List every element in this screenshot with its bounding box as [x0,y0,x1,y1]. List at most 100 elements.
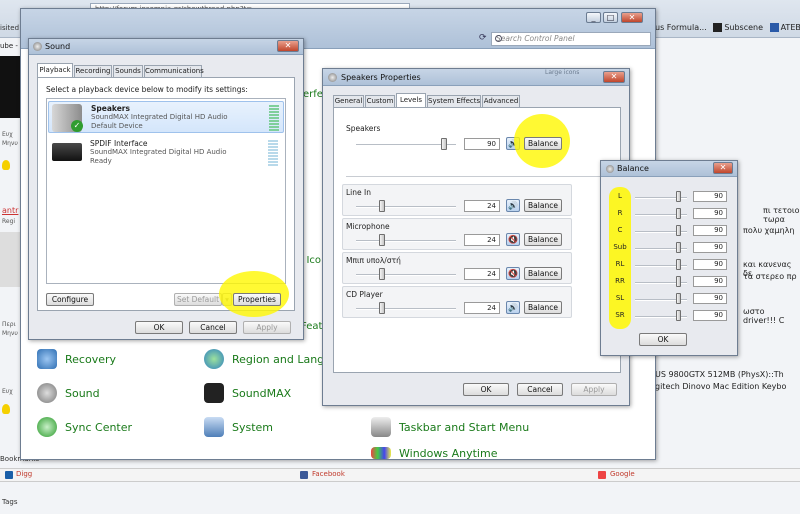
channel-level-value[interactable]: 90 [693,276,727,287]
microphone-mute-button[interactable]: 🔇 [506,233,520,246]
pc-beep-level-value[interactable]: 24 [464,268,500,280]
line-in-slider-thumb[interactable] [379,200,385,212]
channel-label: RR [615,277,625,285]
cd-player-mute-button[interactable]: 🔊 [506,301,520,314]
pc-beep-balance-button[interactable]: Balance [524,267,562,280]
channel-level-value[interactable]: 90 [693,259,727,270]
pc-beep-slider-track[interactable] [356,274,456,276]
channel-level-value[interactable]: 90 [693,191,727,202]
device-item-speakers[interactable]: ✓ Speakers SoundMAX Integrated Digital H… [48,101,284,133]
channel-level-value[interactable]: 90 [693,293,727,304]
cd-player-balance-button[interactable]: Balance [524,301,562,314]
channel-slider-thumb[interactable] [676,191,681,202]
side-text-line: Regi [2,218,16,225]
google-link[interactable]: Google [610,470,635,478]
sync-center-link[interactable]: Sync Center [65,421,132,434]
speakers-slider-thumb[interactable] [441,138,447,150]
speakers-balance-button[interactable]: Balance [524,137,562,150]
search-input[interactable]: Search Control Panel [491,32,651,46]
balance-title-icon [606,165,614,173]
digg-link[interactable]: Digg [16,470,32,478]
system-link[interactable]: System [232,421,273,434]
channel-level-value[interactable]: 90 [693,208,727,219]
cd-player-level-value[interactable]: 24 [464,302,500,314]
tab-levels[interactable]: Levels [396,93,426,107]
bookmark-item[interactable]: Subscene [724,23,763,32]
computer-icon [204,417,224,437]
line-in-level-value[interactable]: 24 [464,200,500,212]
tab-system-effects[interactable]: System Effects [427,95,481,107]
side-text-line: Ευχ [2,131,13,138]
google-icon [598,471,606,479]
microphone-balance-button[interactable]: Balance [524,233,562,246]
maximize-button[interactable]: □ [603,12,618,23]
channel-slider-thumb[interactable] [676,225,681,236]
device-list[interactable]: ✓ Speakers SoundMAX Integrated Digital H… [46,98,286,284]
device-status: Default Device [91,122,143,130]
tab-general[interactable]: General [333,95,364,107]
bookmark-item[interactable]: ATEBan [781,23,800,32]
channel-level-value[interactable]: 90 [693,310,727,321]
taskbar-start-menu-link[interactable]: Taskbar and Start Menu [399,421,529,434]
channel-label: L [618,192,622,200]
balance-close-button[interactable]: ✕ [713,162,733,174]
channel-slider-thumb[interactable] [676,208,681,219]
channel-slider-thumb[interactable] [676,310,681,321]
forum-text-line: ωστο driver!!! C [743,307,785,325]
line-in-mute-button[interactable]: 🔊 [506,199,520,212]
cancel-button[interactable]: Cancel [189,321,237,334]
balance-ok-button[interactable]: OK [639,333,687,346]
tab-recording[interactable]: Recording [74,65,112,77]
facebook-link[interactable]: Facebook [312,470,345,478]
configure-button[interactable]: Configure [46,293,94,306]
soundmax-link[interactable]: SoundMAX [232,387,291,400]
microphone-slider-thumb[interactable] [379,234,385,246]
line-in-balance-button[interactable]: Balance [524,199,562,212]
channel-level-value[interactable]: 90 [693,225,727,236]
channel-level-value[interactable]: 90 [693,242,727,253]
pc-beep-slider-thumb[interactable] [379,268,385,280]
device-item-spdif[interactable]: SPDIF Interface SoundMAX Integrated Digi… [48,137,284,169]
cd-player-slider-track[interactable] [356,308,456,310]
speakers-ok-button[interactable]: OK [463,383,509,396]
close-button[interactable]: ✕ [621,12,643,23]
device-status: Ready [90,157,112,165]
recovery-link[interactable]: Recovery [65,353,116,366]
microphone-level-value[interactable]: 24 [464,234,500,246]
speakers-apply-button[interactable]: Apply [571,383,617,396]
sound-link[interactable]: Sound [65,387,100,400]
pc-beep-mute-button[interactable]: 🔇 [506,267,520,280]
tab-advanced[interactable]: Advanced [482,95,520,107]
set-default-button[interactable]: Set Default [174,293,222,306]
tab-playback[interactable]: Playback [37,63,73,77]
channel-slider-thumb[interactable] [676,293,681,304]
bookmark-item[interactable]: us Formula... [655,23,707,32]
speakers-cancel-button[interactable]: Cancel [517,383,563,396]
cd-player-slider-thumb[interactable] [379,302,385,314]
apply-button[interactable]: Apply [243,321,291,334]
refresh-icon[interactable]: ⟳ [479,33,489,43]
tags-label[interactable]: Tags [2,498,18,506]
speakers-properties-dialog: Speakers Properties Large icons ✕ Genera… [322,68,630,406]
minimize-button[interactable]: _ [586,12,601,23]
video-thumbnail[interactable] [0,56,20,118]
ok-button[interactable]: OK [135,321,183,334]
channel-slider-thumb[interactable] [676,242,681,253]
properties-button[interactable]: Properties [233,293,281,306]
microphone-slider-track[interactable] [356,240,456,242]
tab-communications[interactable]: Communications [144,65,204,77]
forum-username-red[interactable]: antr [2,206,18,215]
speakers-close-button[interactable]: ✕ [603,71,625,83]
channel-slider-thumb[interactable] [676,259,681,270]
speakers-level-value[interactable]: 90 [464,138,500,150]
soundmax-icon [204,383,224,403]
line-in-slider-track[interactable] [356,206,456,208]
browser-left-tab[interactable]: ube - [0,42,20,54]
tab-custom[interactable]: Custom [365,95,395,107]
search-icon[interactable] [495,35,502,42]
channel-slider-thumb[interactable] [676,276,681,287]
sound-close-button[interactable]: ✕ [277,40,299,52]
tab-sounds[interactable]: Sounds [113,65,143,77]
windows-anytime-link[interactable]: Windows Anytime [399,447,497,460]
sound-dialog: Sound ✕ Playback Recording Sounds Commun… [28,38,304,340]
